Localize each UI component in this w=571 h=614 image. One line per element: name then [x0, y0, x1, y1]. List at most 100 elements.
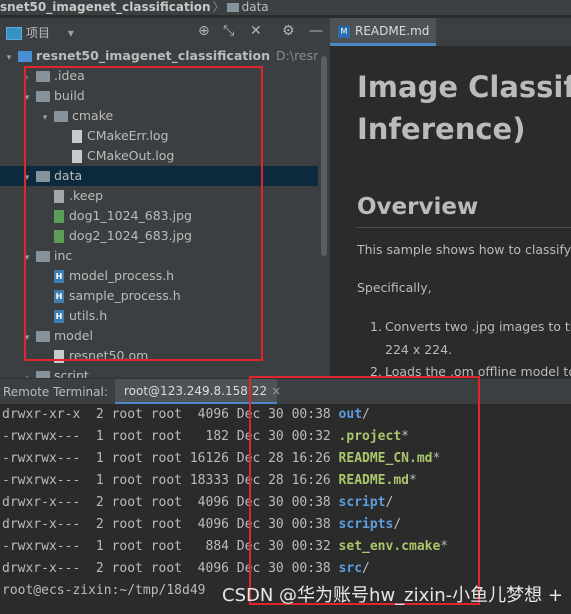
directory-name: out	[338, 407, 363, 422]
tree-item[interactable]: Hutils.h	[0, 306, 107, 326]
tree-item[interactable]: ▾ inc	[0, 246, 73, 268]
chevron-down-icon[interactable]: ▾	[40, 108, 50, 128]
file-meta: drwxr-xr-x 2 root root 4096 Dec 30 00:38	[2, 407, 339, 422]
tree-item-label: resnet50.om	[69, 348, 149, 363]
tree-item-label: CMakeErr.log	[87, 128, 169, 143]
tree-item[interactable]: Hmodel_process.h	[0, 266, 174, 286]
tree-item[interactable]: ▾ build	[0, 86, 85, 106]
tree-item-label: resnet50_imagenet_classification	[36, 48, 271, 63]
file-meta: -rwxrwx--- 1 root root 182 Dec 30 00:32	[2, 429, 339, 444]
breadcrumb-folder[interactable]: data	[242, 0, 269, 14]
tree-item-label: data	[54, 168, 83, 183]
chevron-down-icon[interactable]: ▾	[22, 248, 32, 268]
tree-item-label: build	[54, 88, 85, 103]
terminal-line: drwxr-x--- 2 root root 4096 Dec 30 00:38…	[2, 558, 370, 580]
readme-title-line2: Inference)	[357, 112, 526, 146]
heading-divider	[357, 227, 571, 228]
terminal-line: -rwxrwx--- 1 root root 16126 Dec 28 16:2…	[2, 448, 440, 470]
chevron-right-icon[interactable]: ›	[22, 368, 32, 378]
tree-item[interactable]: resnet50.om	[0, 346, 148, 366]
tree-item[interactable]: › .idea	[0, 66, 85, 86]
tree-item[interactable]: ▾ model	[0, 326, 93, 346]
list-item: Loads the .om offline model to	[385, 364, 571, 378]
folder-icon	[36, 91, 50, 102]
file-name: README_CN.md	[338, 451, 433, 466]
tab-readme-label: README.md	[355, 24, 430, 38]
tab-readme[interactable]: M README.md	[330, 18, 436, 46]
file-suffix: *	[440, 539, 449, 554]
file-icon	[72, 150, 82, 163]
list-item: Converts two .jpg images to th	[385, 319, 571, 334]
project-path: D:\resnet50_im	[276, 48, 318, 63]
tree-item[interactable]: CMakeErr.log	[0, 126, 169, 146]
tree-item[interactable]: .keep	[0, 186, 103, 206]
gear-icon[interactable]: ⚙	[282, 23, 295, 39]
breadcrumb-project[interactable]: snet50_imagenet_classification	[0, 0, 211, 14]
file-icon	[72, 130, 82, 143]
file-suffix: /	[362, 407, 370, 422]
tab-remote-terminal[interactable]: root@123.249.8.158:22 ×	[115, 379, 281, 405]
file-name: set_env.cmake	[338, 539, 441, 554]
minimize-icon[interactable]: —	[309, 23, 323, 39]
image-file-icon	[54, 210, 64, 223]
tree-item-label: .idea	[54, 68, 85, 83]
folder-icon	[54, 111, 68, 122]
tree-item-label: cmake	[72, 108, 114, 123]
close-icon[interactable]: ×	[271, 384, 281, 398]
tree-item[interactable]: ▾ data	[0, 166, 318, 186]
folder-icon	[36, 331, 50, 342]
folder-icon	[36, 251, 50, 262]
chevron-down-icon[interactable]: ▾	[22, 168, 32, 188]
terminal-prompt[interactable]: root@ecs-zixin:~/tmp/18d49	[2, 580, 206, 602]
file-meta: drwxr-x--- 2 root root 4096 Dec 30 00:38	[2, 561, 339, 576]
project-view-label: 项目	[26, 26, 51, 40]
tree-item[interactable]: CMakeOut.log	[0, 146, 174, 166]
file-meta: -rwxrwx--- 1 root root 884 Dec 30 00:32	[2, 539, 339, 554]
collapse-icon[interactable]: ⤡	[223, 23, 234, 39]
file-suffix: /	[362, 561, 370, 576]
tree-item[interactable]: dog1_1024_683.jpg	[0, 206, 192, 226]
terminal-line: drwxr-x--- 2 root root 4096 Dec 30 00:38…	[2, 492, 393, 514]
readme-title-line1: Image Classific	[357, 70, 571, 104]
tree-item[interactable]: Hsample_process.h	[0, 286, 181, 306]
folder-icon	[36, 171, 50, 182]
file-meta: drwxr-x--- 2 root root 4096 Dec 30 00:38	[2, 495, 339, 510]
list-number: 1.	[370, 319, 382, 334]
tree-item-label: CMakeOut.log	[87, 148, 175, 163]
terminal-line: -rwxrwx--- 1 root root 182 Dec 30 00:32 …	[2, 426, 409, 448]
tree-item-label: sample_process.h	[69, 288, 181, 303]
markdown-icon: M	[338, 25, 350, 38]
chevron-down-icon[interactable]: ▾	[22, 88, 32, 108]
tree-item[interactable]: dog2_1024_683.jpg	[0, 226, 192, 246]
header-file-icon: H	[54, 290, 64, 303]
chevron-right-icon[interactable]: ›	[22, 68, 32, 88]
tree-item[interactable]: ▾ resnet50_imagenet_classification D:\resn…	[0, 46, 318, 66]
readme-preview: Image Classific Inference) Overview This…	[330, 46, 571, 378]
tree-scrollbar[interactable]	[318, 46, 330, 378]
file-name: .project	[338, 429, 402, 444]
image-file-icon	[54, 230, 64, 243]
tree-scrollbar-thumb[interactable]	[321, 56, 327, 256]
file-meta: drwxr-x--- 2 root root 4096 Dec 30 00:38	[2, 517, 339, 532]
project-panel-header: 项目 ▾ ⊕ ⤡ ✕ ⚙ —	[0, 18, 330, 47]
terminal-line: drwxr-xr-x 2 root root 4096 Dec 30 00:38…	[2, 404, 370, 426]
chevron-down-icon[interactable]: ▾	[22, 328, 32, 348]
folder-icon	[18, 51, 32, 62]
tree-item[interactable]: ▾ cmake	[0, 106, 113, 126]
header-file-icon: H	[54, 310, 64, 323]
directory-name: script	[338, 495, 386, 510]
directory-name: src	[338, 561, 363, 576]
project-view-selector[interactable]: 项目 ▾	[6, 24, 74, 41]
breadcrumb-separator: 〉	[212, 0, 225, 14]
tree-item[interactable]: › script	[0, 366, 89, 378]
directory-name: scripts	[338, 517, 394, 532]
folder-icon	[36, 71, 50, 82]
chevron-down-icon: ▾	[67, 26, 74, 40]
target-icon[interactable]: ⊕	[198, 23, 210, 39]
chevron-down-icon[interactable]: ▾	[4, 48, 14, 68]
tree-item-label: .keep	[69, 188, 104, 203]
readme-paragraph: This sample shows how to classify	[357, 242, 571, 257]
file-meta: -rwxrwx--- 1 root root 16126 Dec 28 16:2…	[2, 451, 339, 466]
tree-item-label: dog2_1024_683.jpg	[69, 228, 192, 243]
close-icon[interactable]: ✕	[250, 23, 262, 39]
